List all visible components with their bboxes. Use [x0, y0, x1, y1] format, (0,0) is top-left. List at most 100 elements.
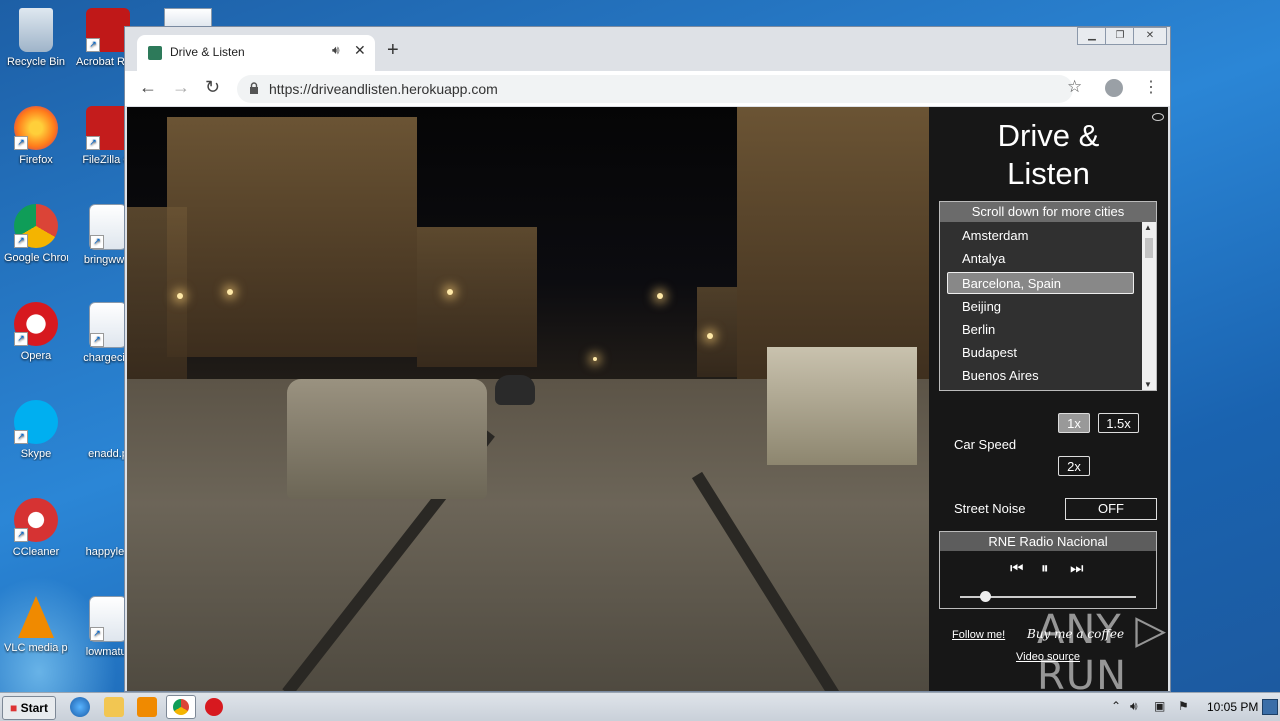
volume-slider-knob[interactable] — [979, 591, 991, 602]
windows-logo-icon: ■ — [10, 701, 18, 715]
speed-1-5x-button[interactable]: 1.5x — [1098, 413, 1139, 433]
city-item-berlin[interactable]: Berlin — [948, 319, 1134, 341]
show-desktop-icon[interactable] — [1262, 699, 1278, 715]
desktop-icon-label: Recycle Bin — [6, 56, 66, 68]
file-explorer-icon[interactable] — [104, 697, 124, 717]
scroll-down-icon[interactable]: ▼ — [1144, 380, 1152, 389]
street-light — [657, 293, 663, 299]
pause-icon[interactable]: ⏸︎ — [1041, 560, 1049, 577]
app-title-line2: Listen — [1007, 156, 1090, 191]
url-text: https://driveandlisten.herokuapp.com — [269, 81, 498, 97]
city-item-antalya[interactable]: Antalya — [948, 248, 1134, 270]
menu-kebab-icon[interactable]: ⋮ — [1143, 77, 1159, 97]
city-item-budapest[interactable]: Budapest — [948, 342, 1134, 364]
desktop-icon-opera[interactable]: ↗ Opera — [4, 302, 68, 363]
word-doc-icon: ↗ — [89, 596, 127, 642]
chrome-taskbar-button[interactable] — [166, 695, 196, 719]
browser-tab[interactable]: Drive & Listen 🔊︎ ✕ — [137, 35, 375, 71]
close-tab-icon[interactable]: ✕ — [354, 42, 366, 59]
dark-car — [495, 375, 535, 405]
word-doc-icon: ↗ — [89, 204, 127, 250]
speed-2x-button[interactable]: 2x — [1058, 456, 1090, 476]
street-light — [707, 333, 713, 339]
favicon-icon — [148, 46, 162, 60]
city-list-header: Scroll down for more cities — [940, 202, 1156, 222]
media-player-icon[interactable] — [137, 697, 157, 717]
street-light — [177, 293, 183, 299]
street-light — [227, 289, 233, 295]
street-noise-label: Street Noise — [954, 501, 1026, 516]
restore-button[interactable]: ❐ — [1105, 27, 1135, 45]
building-left — [167, 117, 417, 357]
desktop-icon-vlc[interactable]: VLC media player — [4, 596, 68, 655]
word-doc-icon: ↗ — [89, 302, 127, 348]
desktop-icon-skype[interactable]: ↗ Skype — [4, 400, 68, 461]
bookmark-star-icon[interactable]: ☆ — [1067, 77, 1082, 97]
control-panel: Drive & Listen Scroll down for more citi… — [929, 107, 1168, 691]
web-page: Drive & Listen Scroll down for more citi… — [127, 107, 1168, 691]
speaker-icon[interactable]: 🔊︎ — [332, 43, 340, 58]
app-title: Drive & Listen — [929, 117, 1168, 193]
next-track-icon[interactable]: ⏭︎ — [1070, 560, 1084, 577]
city-list-scrollbar[interactable]: ▲ ▼ — [1142, 222, 1156, 390]
desktop-icon-firefox[interactable]: ↗ Firefox — [4, 106, 68, 167]
skype-icon: ↗ — [14, 400, 58, 444]
new-tab-button[interactable]: + — [387, 39, 399, 62]
back-arrow-icon[interactable]: ← — [139, 77, 157, 98]
lock-icon — [250, 82, 258, 94]
follow-me-link[interactable]: Follow me! — [952, 629, 1005, 641]
street-light — [447, 289, 453, 295]
address-bar[interactable]: https://driveandlisten.herokuapp.com — [237, 75, 1073, 103]
close-window-button[interactable]: ✕ — [1133, 27, 1167, 45]
city-item-beijing[interactable]: Beijing — [948, 296, 1134, 318]
speed-1x-button[interactable]: 1x — [1058, 413, 1090, 433]
street-noise-toggle[interactable]: OFF — [1065, 498, 1157, 520]
radio-player: RNE Radio Nacional ⏮︎ ⏸︎ ⏭︎ — [939, 531, 1157, 609]
start-button[interactable]: ■ Start — [2, 696, 56, 720]
car-speed-label: Car Speed — [954, 437, 1017, 452]
radio-station-name: RNE Radio Nacional — [940, 532, 1156, 551]
desktop-icon-chrome[interactable]: ↗ Google Chrome — [4, 204, 68, 265]
street-video[interactable] — [127, 107, 929, 691]
scroll-up-icon[interactable]: ▲ — [1144, 223, 1152, 232]
white-truck — [767, 347, 917, 465]
chrome-icon — [173, 699, 189, 715]
profile-avatar-icon[interactable] — [1105, 79, 1123, 97]
desktop-icon-label: Opera — [20, 350, 52, 362]
clock[interactable]: 10:05 PM — [1207, 700, 1258, 714]
volume-slider[interactable] — [960, 591, 1136, 602]
start-label: Start — [20, 701, 48, 715]
city-item-buenos-aires[interactable]: Buenos Aires — [948, 365, 1134, 387]
opera-taskbar-icon[interactable] — [205, 698, 223, 716]
tab-title: Drive & Listen — [170, 45, 245, 59]
anyrun-watermark: ANY ▷ RUN — [1037, 607, 1168, 691]
desktop-icon-ccleaner[interactable]: ↗ CCleaner — [4, 498, 68, 559]
desktop-icon-recycle-bin[interactable]: Recycle Bin — [4, 8, 68, 69]
city-list: Amsterdam Antalya Barcelona, Spain Beiji… — [940, 222, 1142, 390]
browser-window: Drive & Listen 🔊︎ ✕ + ▁ ❐ ✕ ← → ↻ https:… — [124, 26, 1171, 692]
reload-icon[interactable]: ↻ — [205, 77, 220, 98]
desktop-icon-label: Google Chrome — [4, 252, 68, 264]
chrome-icon: ↗ — [14, 204, 58, 248]
word-doc-icon[interactable] — [164, 8, 212, 28]
vlc-cone-icon — [18, 596, 54, 638]
tab-strip: Drive & Listen 🔊︎ ✕ + ▁ ❐ ✕ — [125, 27, 1170, 71]
city-item-barcelona[interactable]: Barcelona, Spain — [947, 272, 1134, 294]
silver-car — [287, 379, 487, 499]
desktop-icon-label: Skype — [20, 448, 52, 460]
tray-expand-icon[interactable]: ⌃ — [1111, 699, 1121, 713]
volume-icon[interactable]: 🔊︎ — [1130, 699, 1138, 714]
city-item-amsterdam[interactable]: Amsterdam — [948, 225, 1134, 247]
city-selector: Scroll down for more cities Amsterdam An… — [939, 201, 1157, 391]
minimize-button[interactable]: ▁ — [1077, 27, 1107, 45]
desktop-icon-label: VLC media player — [4, 642, 68, 654]
network-icon[interactable]: ▣ — [1154, 699, 1165, 713]
previous-track-icon[interactable]: ⏮︎ — [1010, 560, 1024, 577]
internet-explorer-icon[interactable] — [70, 697, 90, 717]
building-mid-right — [697, 287, 737, 377]
scrollbar-thumb[interactable] — [1145, 238, 1153, 258]
desktop-icon-label: CCleaner — [12, 546, 60, 558]
flag-icon[interactable]: ⚑ — [1178, 699, 1189, 713]
forward-arrow-icon[interactable]: → — [172, 77, 190, 98]
ccleaner-icon: ↗ — [14, 498, 58, 542]
